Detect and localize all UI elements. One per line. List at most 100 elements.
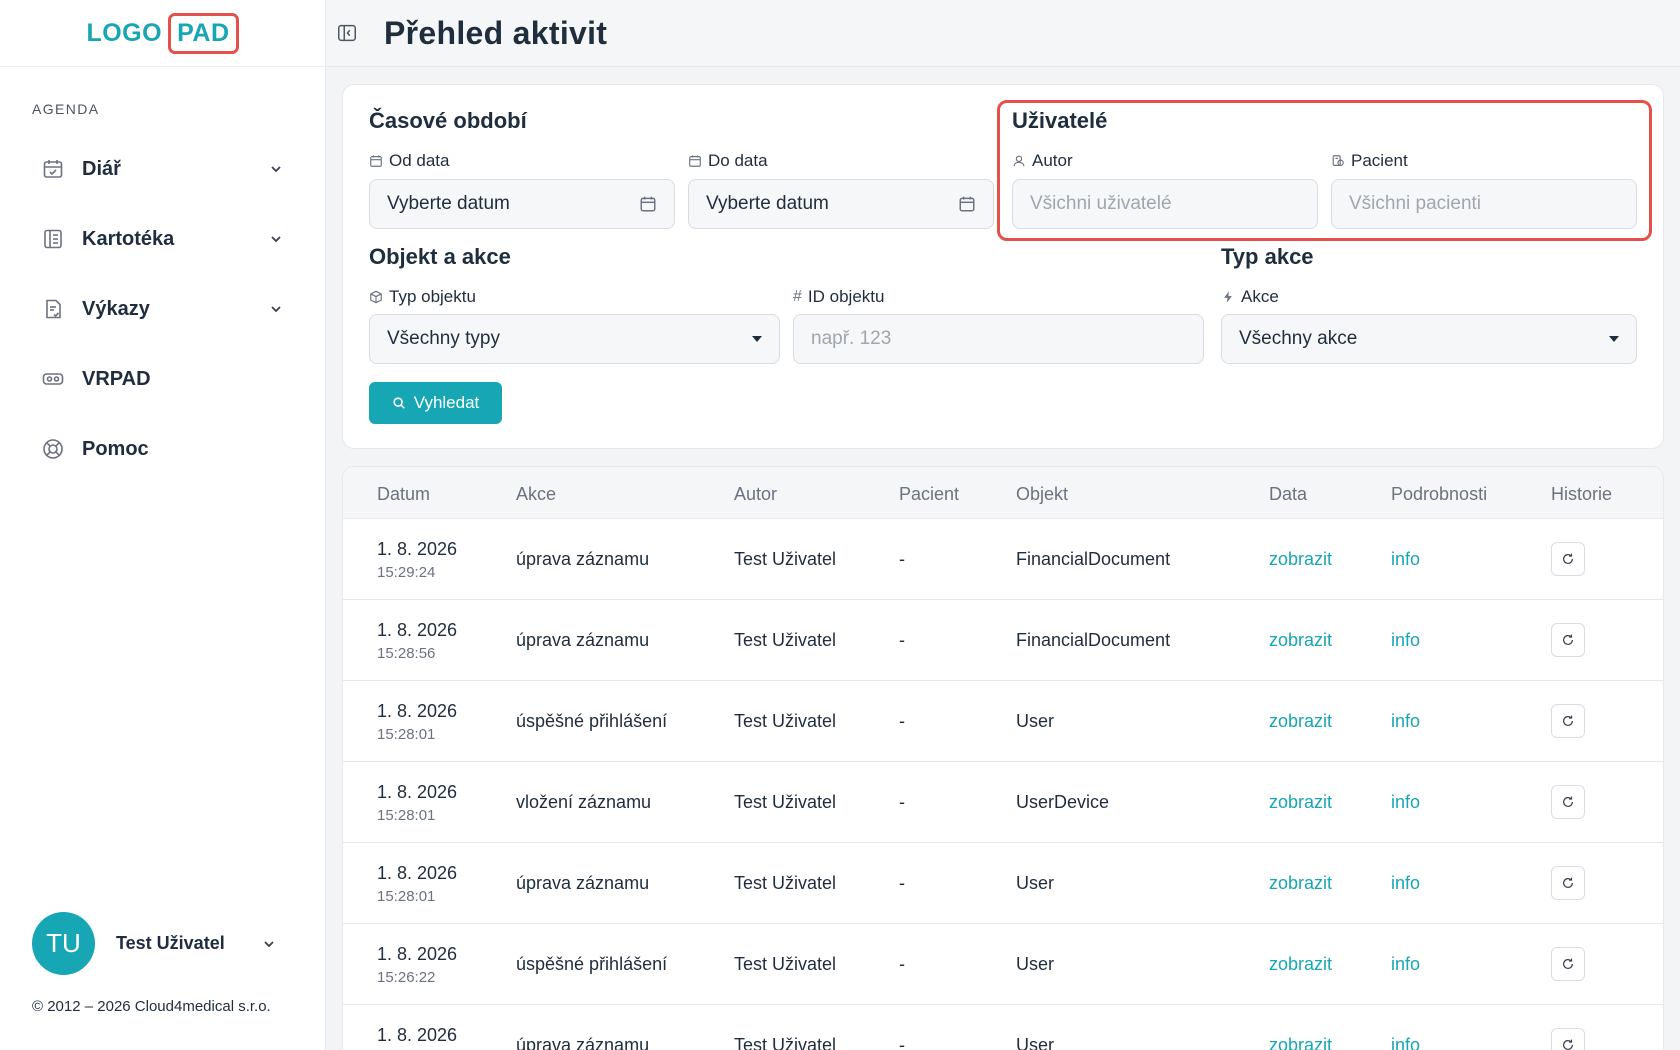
column-header-data: Data	[1269, 484, 1308, 504]
hash-icon: #	[793, 288, 802, 305]
object-id-input[interactable]: např. 123	[793, 314, 1204, 364]
column-header-date: Datum	[377, 484, 431, 504]
author-label-text: Autor	[1032, 151, 1073, 170]
cell-date: 1. 8. 2026 15:28:01	[377, 701, 457, 743]
table-header: Datum Akce Autor Pacient Objekt Data Pod…	[343, 467, 1663, 519]
action-label: Akce	[1221, 287, 1279, 307]
action-select[interactable]: Všechny akce	[1221, 314, 1637, 364]
logo[interactable]: LOGO PAD	[86, 12, 239, 54]
details-info-link[interactable]: info	[1391, 792, 1420, 813]
cube-icon	[370, 290, 382, 304]
report-icon	[40, 296, 66, 322]
history-button[interactable]	[1551, 704, 1585, 738]
sidebar-item-vykazy[interactable]: Výkazy	[0, 274, 326, 344]
sidebar-item-label: Kartotéka	[82, 227, 175, 250]
show-data-link[interactable]: zobrazit	[1269, 549, 1332, 570]
cell-action: úspěšné přihlášení	[516, 711, 668, 731]
cell-object: FinancialDocument	[1016, 630, 1171, 650]
patient-placeholder: Všichni pacienti	[1349, 193, 1482, 214]
cell-date: 1. 8. 2026 15:28:56	[377, 620, 457, 662]
cell-action: vložení záznamu	[516, 792, 652, 812]
from-date-value: Vyberte datum	[387, 193, 510, 214]
details-info-link[interactable]: info	[1391, 954, 1420, 975]
cell-author: Test Uživatel	[734, 630, 837, 650]
sidebar-toggle-icon[interactable]	[336, 22, 358, 44]
from-date-input[interactable]: Vyberte datum	[369, 179, 675, 229]
time-value: 15:28:01	[377, 807, 436, 824]
history-icon	[1563, 1039, 1573, 1050]
sidebar: LOGO PAD AGENDA Diář Kartotéka Výkazy VR…	[0, 0, 326, 1050]
cell-patient: -	[899, 873, 905, 893]
cell-action: úprava záznamu	[516, 873, 650, 893]
cell-object: UserDevice	[1016, 792, 1110, 812]
cell-action: úspěšné přihlášení	[516, 954, 668, 974]
cell-object: FinancialDocument	[1016, 549, 1171, 569]
history-icon	[1563, 634, 1573, 645]
cell-patient: -	[899, 954, 905, 974]
calendar-icon	[370, 155, 382, 167]
patient-input[interactable]: Všichni pacienti	[1331, 179, 1637, 229]
table-row: 1. 8. 2026 15:28:56 úprava záznamu Test Uži…	[343, 600, 1663, 681]
cell-action: úprava záznamu	[516, 1035, 650, 1050]
history-button[interactable]	[1551, 623, 1585, 657]
history-icon	[1563, 553, 1573, 564]
history-button[interactable]	[1551, 785, 1585, 819]
sidebar-item-pomoc[interactable]: Pomoc	[0, 414, 326, 484]
show-data-link[interactable]: zobrazit	[1269, 873, 1332, 894]
history-button[interactable]	[1551, 947, 1585, 981]
table-row: 1. 8. 2026 15:28:01 úprava záznamu Test Uži…	[343, 843, 1663, 924]
column-header-details: Podrobnosti	[1391, 484, 1488, 504]
history-icon	[1563, 958, 1573, 969]
book-icon	[40, 226, 66, 252]
details-info-link[interactable]: info	[1391, 873, 1420, 894]
author-input[interactable]: Všichni uživatelé	[1012, 179, 1318, 229]
action-value: Všechny akce	[1239, 328, 1358, 349]
sidebar-item-diar[interactable]: Diář	[0, 134, 326, 204]
show-data-link[interactable]: zobrazit	[1269, 711, 1332, 732]
vr-headset-icon	[40, 366, 66, 392]
chevron-down-icon[interactable]	[261, 936, 277, 952]
action-type-title: Typ akce	[1221, 244, 1314, 269]
date-value: 1. 8. 2026	[377, 539, 458, 559]
show-data-link[interactable]: zobrazit	[1269, 792, 1332, 813]
date-value: 1. 8. 2026	[377, 701, 458, 721]
object-type-select[interactable]: Všechny typy	[369, 314, 780, 364]
action-label-text: Akce	[1241, 287, 1279, 306]
show-data-link[interactable]: zobrazit	[1269, 954, 1332, 975]
cell-date: 1. 8. 2026 15:28:01	[377, 863, 457, 905]
cell-date: 1. 8. 2026 15:29:24	[377, 539, 457, 581]
cell-date: 1. 8. 2026 15:28:01	[377, 782, 457, 824]
history-button[interactable]	[1551, 542, 1585, 576]
details-info-link[interactable]: info	[1391, 549, 1420, 570]
history-button[interactable]	[1551, 866, 1585, 900]
details-info-link[interactable]: info	[1391, 711, 1420, 732]
cell-object: User	[1016, 1035, 1055, 1050]
chevron-down-icon	[271, 236, 281, 243]
cell-action: úprava záznamu	[516, 549, 650, 569]
search-button-label: Vyhledat	[413, 393, 480, 412]
logo-area: LOGO PAD	[0, 0, 325, 67]
history-icon	[1563, 715, 1573, 726]
calendar-check-icon	[40, 156, 66, 182]
author-label: Autor	[1012, 151, 1073, 171]
show-data-link[interactable]: zobrazit	[1269, 630, 1332, 651]
history-button[interactable]	[1551, 1028, 1585, 1050]
sidebar-item-vrpad[interactable]: VRPAD	[0, 344, 326, 414]
table-row: 1. 8. 2026 15:28:01 vložení záznamu Test Už…	[343, 762, 1663, 843]
caret-down-icon	[752, 336, 762, 342]
user-menu[interactable]: TU Test Uživatel	[32, 912, 277, 975]
sidebar-item-kartoteka[interactable]: Kartotéka	[0, 204, 326, 274]
object-title: Objekt a akce	[369, 244, 511, 269]
time-value: 15:28:56	[377, 645, 436, 662]
section-label-agenda: AGENDA	[32, 101, 100, 117]
cell-date: 1. 8. 2026 15:26:22	[377, 944, 457, 986]
to-date-value: Vyberte datum	[706, 193, 829, 214]
cell-patient: -	[899, 711, 905, 731]
to-date-input[interactable]: Vyberte datum	[688, 179, 994, 229]
show-data-link[interactable]: zobrazit	[1269, 1035, 1332, 1050]
cell-author: Test Uživatel	[734, 549, 837, 569]
search-button[interactable]: Vyhledat	[369, 382, 502, 424]
details-info-link[interactable]: info	[1391, 1035, 1420, 1050]
details-info-link[interactable]: info	[1391, 630, 1420, 651]
cell-author: Test Uživatel	[734, 711, 837, 731]
